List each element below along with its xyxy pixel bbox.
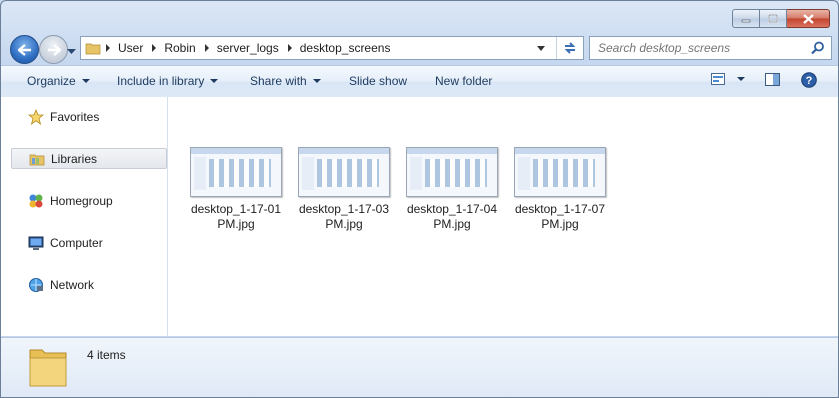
chevron-down-icon xyxy=(537,45,545,51)
slide-show-label: Slide show xyxy=(349,74,408,88)
nav-item-label: Libraries xyxy=(51,151,98,166)
chevron-down-icon xyxy=(67,49,76,54)
include-in-library-label: Include in library xyxy=(117,74,205,88)
image-thumbnail xyxy=(190,147,282,197)
image-thumbnail xyxy=(298,147,390,197)
file-name: desktop_1-17-03 PM.jpg xyxy=(298,202,390,231)
breadcrumb-separator[interactable] xyxy=(204,44,209,52)
nav-item-label: Favorites xyxy=(50,110,100,124)
nav-item-label: Homegroup xyxy=(50,194,113,208)
nav-item-network[interactable]: Network xyxy=(11,275,165,295)
command-bar: Organize Include in library Share with S… xyxy=(1,65,838,98)
chevron-down-icon xyxy=(737,77,745,81)
search-box[interactable] xyxy=(589,36,832,60)
help-button[interactable]: ? xyxy=(801,72,817,88)
chevron-down-icon xyxy=(81,79,90,83)
breadcrumb-server-logs[interactable]: server_logs xyxy=(214,41,283,55)
include-in-library-menu[interactable]: Include in library xyxy=(117,74,219,88)
organize-menu[interactable]: Organize xyxy=(27,74,90,88)
breadcrumb-robin[interactable]: Robin xyxy=(161,41,199,55)
details-pane: 4 items xyxy=(1,337,838,397)
file-name: desktop_1-17-01 PM.jpg xyxy=(190,202,282,231)
minimize-icon xyxy=(741,19,751,22)
arrow-left-icon xyxy=(17,43,31,56)
image-thumbnail xyxy=(406,147,498,197)
nav-item-label: Computer xyxy=(50,236,103,250)
close-button[interactable] xyxy=(787,9,830,28)
folder-icon xyxy=(85,43,101,55)
new-folder-label: New folder xyxy=(435,74,493,88)
minimize-button[interactable] xyxy=(732,9,760,28)
help-icon: ? xyxy=(801,72,817,88)
preview-pane-icon xyxy=(765,73,780,86)
computer-icon xyxy=(27,235,45,251)
refresh-button[interactable] xyxy=(556,37,583,59)
explorer-window: User Robin server_logs desktop_screens O… xyxy=(0,0,839,398)
nav-item-favorites[interactable]: Favorites xyxy=(11,107,165,127)
back-button[interactable] xyxy=(10,35,39,64)
slide-show-button[interactable]: Slide show xyxy=(349,74,407,88)
organize-label: Organize xyxy=(27,74,76,88)
file-list[interactable]: desktop_1-17-01 PM.jpg desktop_1-17-03 PM.… xyxy=(168,97,838,336)
network-icon xyxy=(27,277,45,293)
share-with-menu[interactable]: Share with xyxy=(250,74,321,88)
preview-pane-button[interactable] xyxy=(765,73,780,86)
file-name: desktop_1-17-07 PM.jpg xyxy=(514,202,606,231)
breadcrumb-separator[interactable] xyxy=(287,44,292,52)
address-history-dropdown[interactable] xyxy=(532,37,550,59)
window-controls xyxy=(732,9,830,28)
view-icon xyxy=(711,73,725,85)
recent-pages-button[interactable] xyxy=(67,44,76,58)
file-item[interactable]: desktop_1-17-07 PM.jpg xyxy=(510,147,610,232)
refresh-icon xyxy=(564,42,576,54)
change-view-button[interactable] xyxy=(711,73,745,85)
star-icon xyxy=(27,109,45,125)
file-name: desktop_1-17-04 PM.jpg xyxy=(406,202,498,231)
breadcrumb-user[interactable]: User xyxy=(115,41,147,55)
arrow-right-icon xyxy=(47,43,61,56)
item-count: 4 items xyxy=(87,348,126,362)
file-item[interactable]: desktop_1-17-01 PM.jpg xyxy=(186,147,286,232)
libraries-icon xyxy=(28,151,46,167)
search-input[interactable] xyxy=(596,40,810,56)
nav-item-label: Network xyxy=(50,278,95,292)
breadcrumb-desktop-screens[interactable]: desktop_screens xyxy=(297,41,395,55)
forward-button[interactable] xyxy=(39,35,68,64)
search-icon[interactable] xyxy=(811,41,825,55)
homegroup-icon xyxy=(27,193,45,209)
nav-item-libraries[interactable]: Libraries xyxy=(11,148,167,169)
share-with-label: Share with xyxy=(250,74,307,88)
breadcrumb-separator[interactable] xyxy=(106,44,110,52)
folder-icon xyxy=(29,349,67,387)
file-item[interactable]: desktop_1-17-04 PM.jpg xyxy=(402,147,502,232)
navigation-pane: Favorites Libraries Homegroup Computer N… xyxy=(1,97,168,336)
maximize-button[interactable] xyxy=(760,9,787,28)
breadcrumb-separator[interactable] xyxy=(152,44,157,52)
file-item[interactable]: desktop_1-17-03 PM.jpg xyxy=(294,147,394,232)
breadcrumb: User Robin server_logs desktop_screens xyxy=(81,37,394,59)
maximize-icon xyxy=(768,14,778,23)
address-bar[interactable]: User Robin server_logs desktop_screens xyxy=(80,36,584,60)
nav-item-homegroup[interactable]: Homegroup xyxy=(11,191,165,211)
image-thumbnail xyxy=(514,147,606,197)
nav-item-computer[interactable]: Computer xyxy=(11,233,165,253)
new-folder-button[interactable]: New folder xyxy=(435,74,492,88)
chevron-down-icon xyxy=(312,79,321,83)
svg-text:?: ? xyxy=(806,75,813,87)
chevron-down-icon xyxy=(210,79,219,83)
close-icon xyxy=(802,13,814,24)
